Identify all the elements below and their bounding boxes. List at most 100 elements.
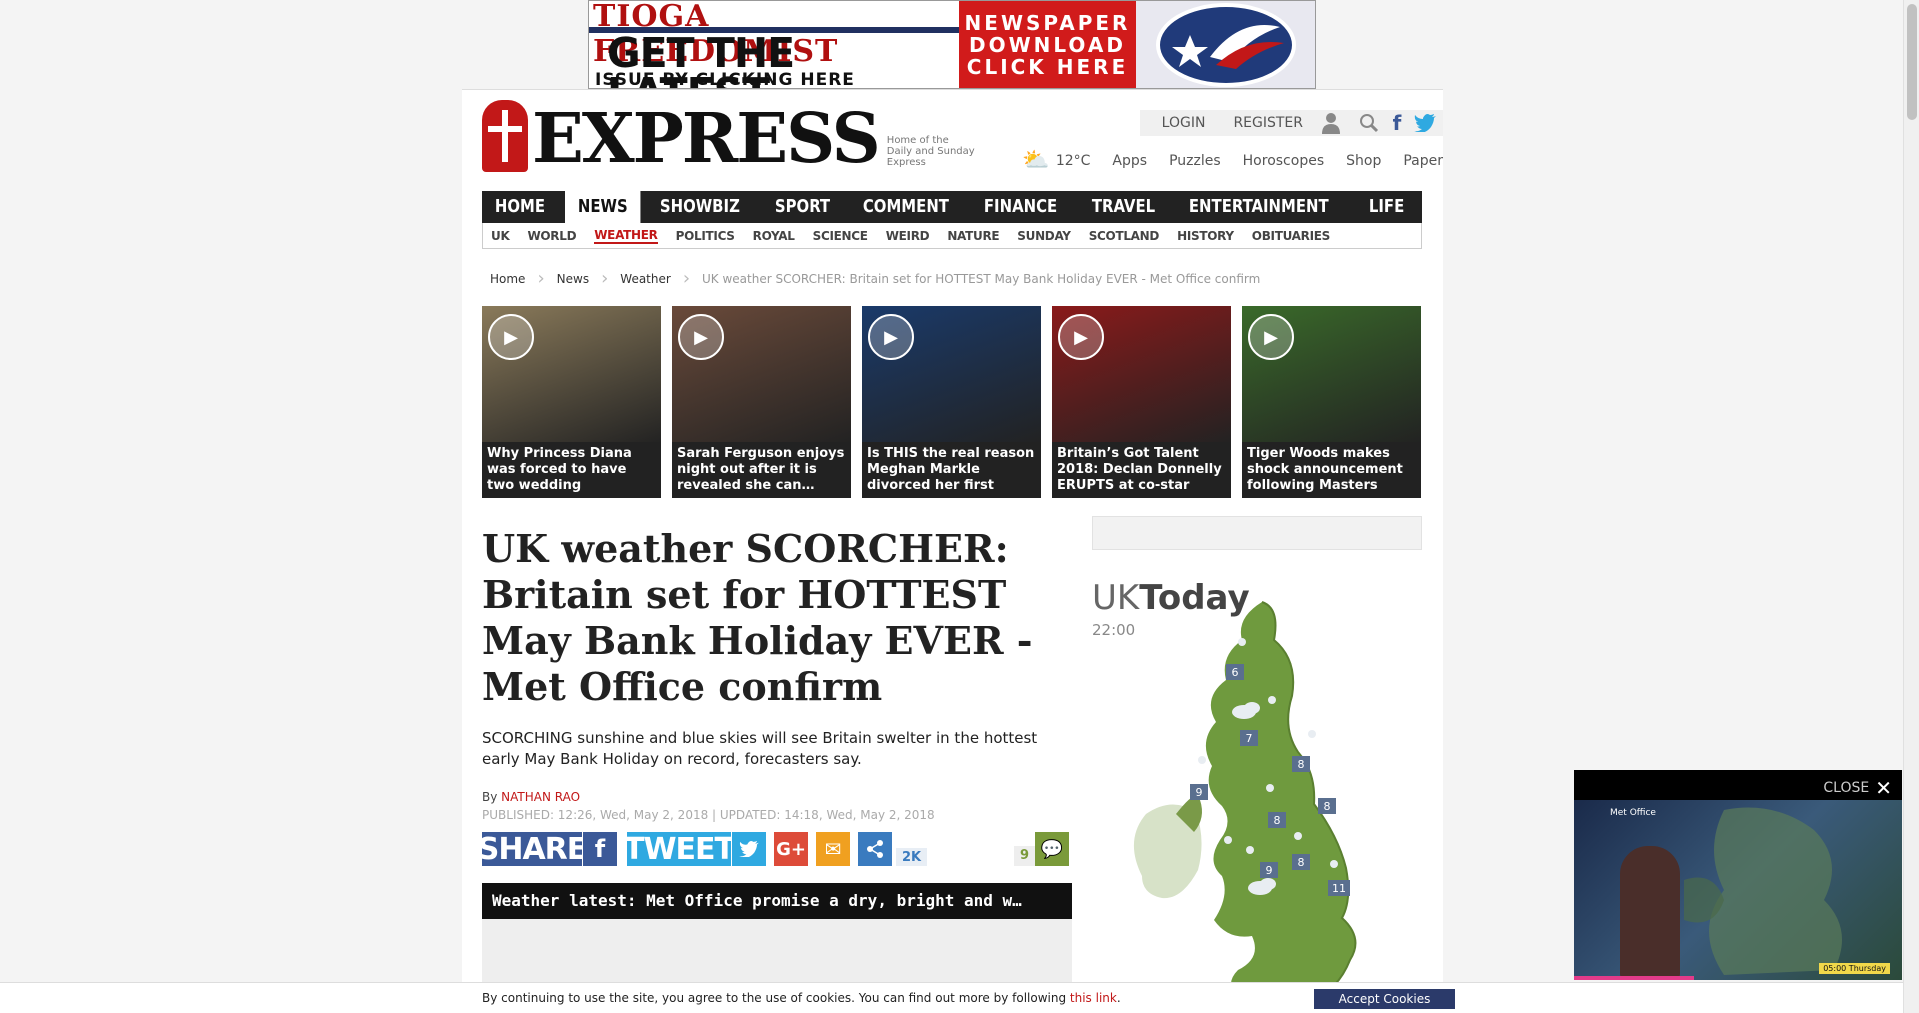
video-screen[interactable]: Met Office 05:00 Thursday — [1574, 800, 1902, 980]
paper-link[interactable]: Paper — [1403, 153, 1443, 169]
google-plus-icon[interactable]: G+ — [774, 832, 808, 866]
twitter-icon[interactable] — [1411, 110, 1439, 136]
nav-showbiz[interactable]: SHOWBIZ & TV — [647, 191, 753, 249]
apps-link[interactable]: Apps — [1112, 153, 1147, 169]
video-tile[interactable]: ▶ Tiger Woods makes shock announcement f… — [1242, 306, 1421, 498]
subnav-weird[interactable]: WEIRD — [886, 229, 930, 243]
map-temp: 8 — [1298, 758, 1305, 771]
nav-travel[interactable]: TRAVEL — [1079, 191, 1168, 223]
cookie-text-wrap: By continuing to use the site, you agree… — [482, 991, 1121, 1005]
map-temp: 8 — [1324, 800, 1331, 813]
subnav-history[interactable]: HISTORY — [1177, 229, 1234, 243]
cookie-text: By continuing to use the site, you agree… — [482, 991, 1067, 1005]
nav-news[interactable]: NEWS — [564, 191, 641, 223]
crusader-logo-icon — [482, 100, 528, 172]
comments-widget[interactable]: 9 💬 — [1014, 832, 1070, 866]
share-bar: SHARE f TWEET G+ ✉ 2K — [478, 832, 928, 867]
video-caption: Tiger Woods makes shock announcement fol… — [1242, 442, 1421, 498]
email-icon[interactable]: ✉ — [816, 832, 850, 866]
share-facebook-button[interactable]: SHARE — [478, 832, 588, 867]
subnav-world[interactable]: WORLD — [527, 229, 576, 243]
ad-seal — [1136, 1, 1315, 88]
video-tile[interactable]: ▶ Why Princess Diana was forced to have … — [482, 306, 661, 498]
facebook-icon[interactable]: f — [583, 832, 617, 866]
accept-cookies-button[interactable]: Accept Cookies — [1314, 989, 1455, 1009]
nav-finance[interactable]: FINANCE — [971, 191, 1070, 223]
play-icon: ▶ — [678, 314, 724, 360]
play-icon: ▶ — [1058, 314, 1104, 360]
search-icon[interactable] — [1355, 110, 1383, 136]
subnav-nature[interactable]: NATURE — [947, 229, 999, 243]
map-temp: 8 — [1274, 814, 1281, 827]
chevron-right-icon: › — [537, 268, 545, 289]
breadcrumb-home[interactable]: Home — [490, 272, 525, 286]
byline-prefix: By — [482, 790, 498, 804]
register-link[interactable]: REGISTER — [1219, 115, 1317, 131]
shop-link[interactable]: Shop — [1346, 153, 1381, 169]
subnav-weather[interactable]: WEATHER — [594, 228, 658, 244]
subnav-obituaries[interactable]: OBITUARIES — [1252, 229, 1331, 243]
nav-life-style[interactable]: LIFE & STYLE — [1356, 191, 1433, 281]
user-icon[interactable] — [1317, 110, 1345, 136]
nav-entertainment[interactable]: ENTERTAINMENT — [1176, 191, 1342, 223]
close-label: CLOSE — [1823, 780, 1870, 796]
video-tile[interactable]: ▶ Sarah Ferguson enjoys night out after … — [672, 306, 851, 498]
subnav-scotland[interactable]: SCOTLAND — [1089, 229, 1160, 243]
video-tile[interactable]: ▶ Britain’s Got Talent 2018: Declan Donn… — [1052, 306, 1231, 498]
ad-cta-line: NEWSPAPER — [964, 10, 1131, 35]
site-logo[interactable]: EXPRESS Home of the Daily and Sunday Exp… — [482, 99, 977, 179]
cloud-sun-icon: ⛅ — [1022, 148, 1050, 173]
video-progress-bar[interactable] — [1574, 976, 1694, 980]
subnav-uk[interactable]: UK — [491, 229, 510, 243]
sub-nav: UK WORLD WEATHER POLITICS ROYAL SCIENCE … — [482, 223, 1422, 249]
breadcrumb-weather[interactable]: Weather — [620, 272, 671, 286]
nav-comment[interactable]: COMMENT — [850, 191, 962, 223]
horoscopes-link[interactable]: Horoscopes — [1243, 153, 1324, 169]
map-temp: 7 — [1246, 732, 1253, 745]
puzzles-link[interactable]: Puzzles — [1169, 153, 1221, 169]
uk-weather-map[interactable]: 6 7 8 9 8 8 9 8 11 — [1102, 600, 1422, 1013]
video-tile[interactable]: ▶ Is THIS the real reason Meghan Markle … — [862, 306, 1041, 498]
eagle-seal-icon — [1155, 2, 1296, 87]
twitter-icon[interactable] — [732, 832, 766, 866]
scrollbar-thumb[interactable] — [1907, 4, 1917, 120]
map-temp: 11 — [1332, 882, 1346, 895]
byline: By NATHAN RAO — [482, 790, 580, 804]
login-link[interactable]: LOGIN — [1148, 115, 1220, 131]
nav-home[interactable]: HOME — [482, 191, 558, 223]
temperature: 12°C — [1055, 152, 1091, 169]
breadcrumb-news[interactable]: News — [557, 272, 589, 286]
cookie-banner: By continuing to use the site, you agree… — [0, 982, 1919, 1013]
ad-cta-line: CLICK HERE — [966, 54, 1129, 79]
map-temp: 9 — [1266, 864, 1273, 877]
top-banner-ad[interactable]: TIOGA FREEDOMIST GET THE LATEST ISSUE BY… — [588, 0, 1316, 89]
video-caption: Is THIS the real reason Meghan Markle di… — [862, 442, 1041, 498]
author-link[interactable]: NATHAN RAO — [501, 790, 580, 804]
breadcrumb-current: UK weather SCORCHER: Britain set for HOT… — [702, 271, 1261, 286]
cookie-link[interactable]: this link — [1070, 991, 1117, 1005]
tweet-button[interactable]: TWEET — [624, 832, 735, 867]
ad-left-panel: TIOGA FREEDOMIST GET THE LATEST ISSUE BY… — [589, 1, 959, 88]
subnav-science[interactable]: SCIENCE — [813, 229, 868, 243]
subnav-royal[interactable]: ROYAL — [753, 229, 795, 243]
ad-line2: ISSUE BY CLICKING HERE — [595, 70, 855, 88]
nav-sport[interactable]: SPORT — [762, 191, 843, 223]
met-office-logo: Met Office — [1610, 808, 1656, 818]
article-headline: UK weather SCORCHER: Britain set for HOT… — [482, 526, 1033, 709]
logo-wordmark: EXPRESS — [532, 99, 881, 179]
subnav-politics[interactable]: POLITICS — [676, 229, 735, 243]
facebook-icon[interactable]: f — [1383, 110, 1411, 136]
subnav-sunday[interactable]: SUNDAY — [1017, 229, 1071, 243]
ad-cta[interactable]: NEWSPAPER DOWNLOAD CLICK HERE — [959, 1, 1136, 88]
close-video-button[interactable]: CLOSE ✕ — [1823, 776, 1892, 800]
video-caption: Why Princess Diana was forced to have tw… — [482, 442, 661, 498]
video-title-bar[interactable]: Weather latest: Met Office promise a dry… — [482, 883, 1072, 919]
share-icon[interactable] — [858, 832, 892, 866]
page-scrollbar[interactable] — [1903, 0, 1919, 1013]
content-column: EXPRESS Home of the Daily and Sunday Exp… — [462, 89, 1443, 1013]
comment-bubble-icon[interactable]: 💬 — [1035, 832, 1070, 866]
map-temp: 9 — [1196, 786, 1203, 799]
floating-video-player[interactable]: CLOSE ✕ Met Office 05:00 Thursday — [1574, 770, 1902, 980]
sidebar-ad-slot — [1092, 516, 1422, 550]
play-icon: ▶ — [868, 314, 914, 360]
